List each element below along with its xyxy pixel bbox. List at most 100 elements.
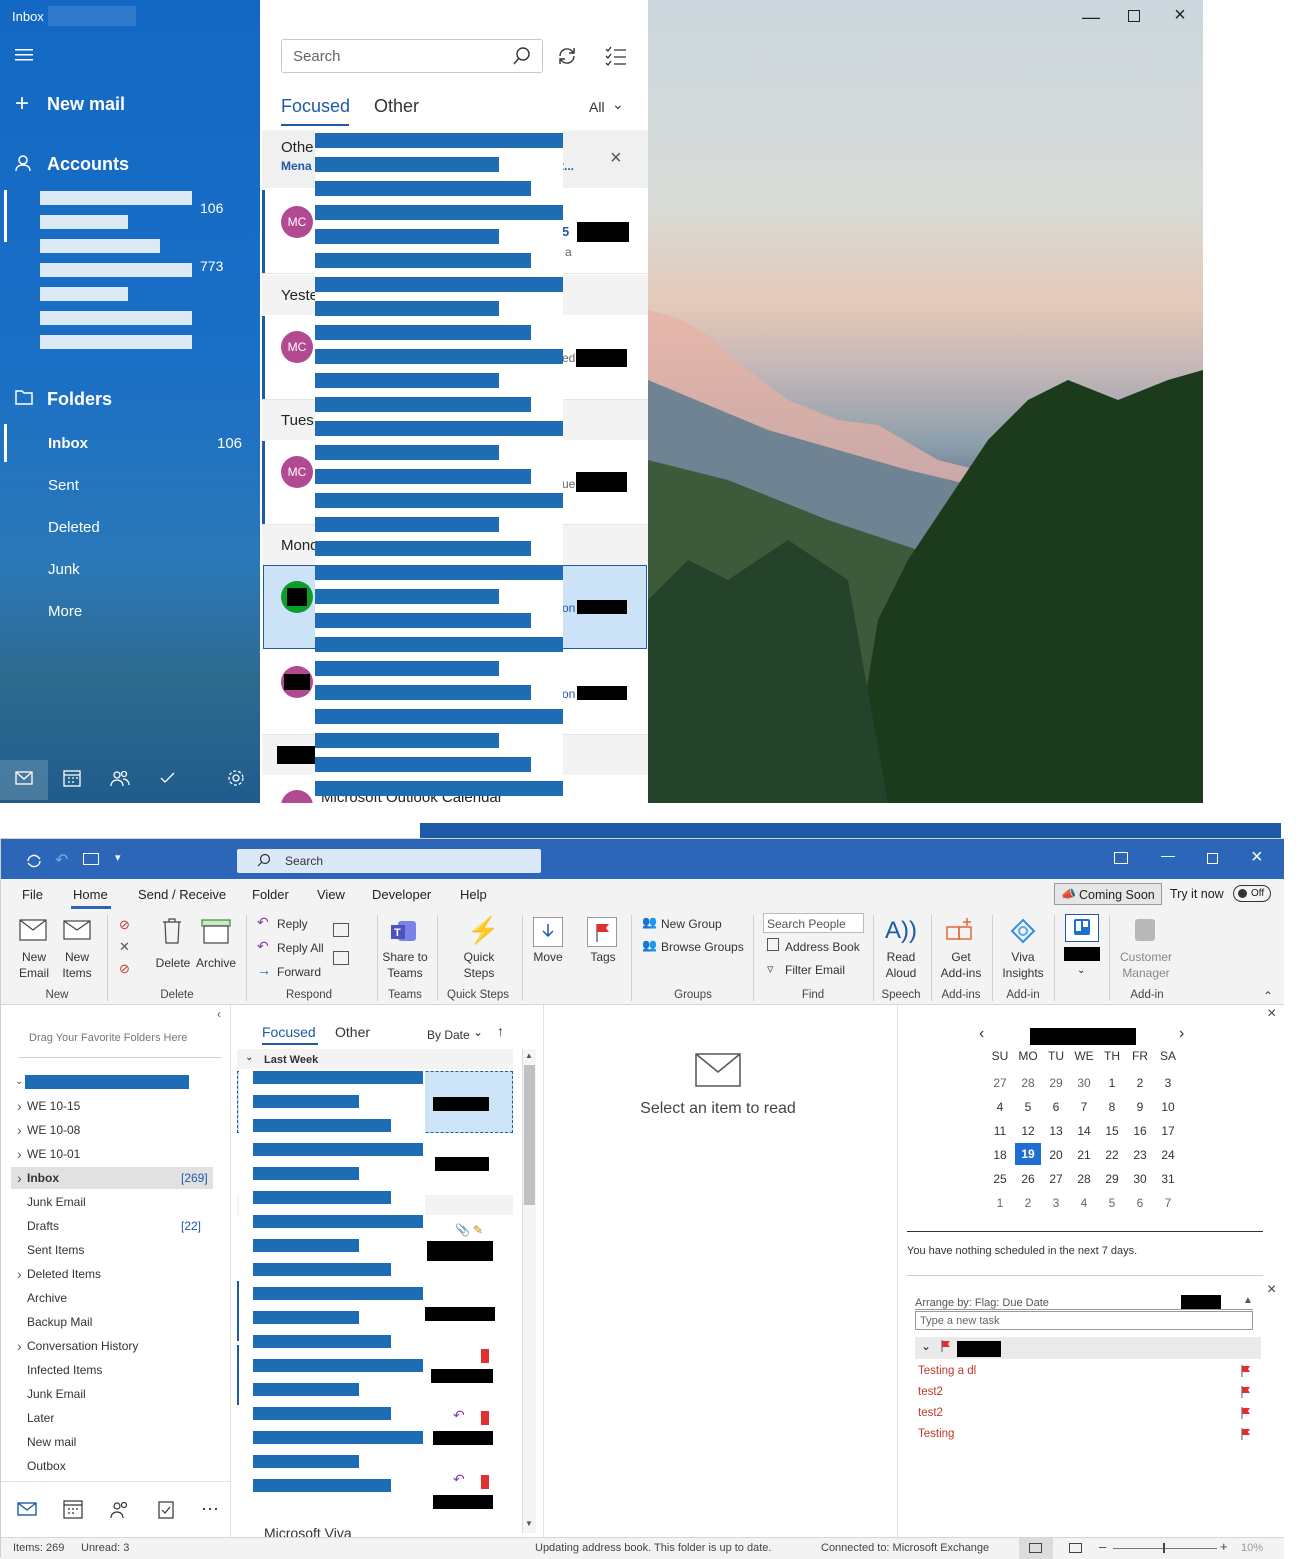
viva-insights-button[interactable]: Viva Insights bbox=[997, 949, 1049, 981]
ribbon-display-icon[interactable] bbox=[1114, 852, 1128, 864]
new-group-button[interactable]: New Group bbox=[661, 917, 722, 931]
move-button[interactable]: Move bbox=[528, 949, 568, 965]
calendar-day[interactable]: 8 bbox=[1099, 1097, 1125, 1117]
calendar-day[interactable]: 10 bbox=[1155, 1097, 1181, 1117]
sort-dropdown[interactable]: By Date bbox=[427, 1028, 470, 1042]
calendar-day[interactable]: 20 bbox=[1043, 1145, 1069, 1165]
folder-item[interactable]: Inbox bbox=[27, 1171, 59, 1185]
folder-more[interactable]: More bbox=[48, 603, 82, 620]
calendar-day[interactable]: 3 bbox=[1155, 1073, 1181, 1093]
folder-item[interactable]: Later bbox=[27, 1411, 54, 1425]
calendar-day[interactable]: 5 bbox=[1099, 1193, 1125, 1213]
calendar-day[interactable]: 28 bbox=[1015, 1073, 1041, 1093]
calendar-day[interactable]: 1 bbox=[987, 1193, 1013, 1213]
tab-focused[interactable]: Focused bbox=[281, 96, 350, 117]
tab-send-receive[interactable]: Send / Receive bbox=[138, 887, 226, 902]
arrange-label[interactable]: Arrange by: Flag: Due Date bbox=[915, 1297, 1049, 1309]
people-icon[interactable] bbox=[109, 1499, 131, 1522]
read-aloud-button[interactable]: Read Aloud bbox=[879, 949, 923, 981]
filter-email-button[interactable]: Filter Email bbox=[785, 963, 845, 977]
maximize-icon[interactable] bbox=[1207, 853, 1218, 864]
mail-icon[interactable] bbox=[14, 769, 34, 789]
calendar-day[interactable]: 4 bbox=[987, 1097, 1013, 1117]
quick-access-dropdown-icon[interactable]: ▾ bbox=[115, 851, 121, 864]
task-item[interactable]: test2 bbox=[918, 1386, 943, 1398]
folder-item[interactable]: Infected Items bbox=[27, 1363, 102, 1377]
share-to-teams-button[interactable]: Share to Teams bbox=[379, 949, 431, 981]
folder-item[interactable]: Backup Mail bbox=[27, 1315, 92, 1329]
tab-file[interactable]: File bbox=[22, 887, 43, 902]
chevron-right-icon[interactable]: › bbox=[17, 1146, 22, 1162]
calendar-icon[interactable] bbox=[63, 1499, 83, 1522]
more-respond-icon[interactable] bbox=[333, 951, 349, 965]
reading-view-icon[interactable] bbox=[1069, 1543, 1082, 1553]
new-email-button[interactable]: New Email bbox=[17, 949, 51, 981]
tasks-icon[interactable] bbox=[157, 1499, 175, 1522]
calendar-day[interactable]: 2 bbox=[1015, 1193, 1041, 1213]
calendar-day[interactable]: 17 bbox=[1155, 1121, 1181, 1141]
search-icon[interactable] bbox=[512, 46, 532, 69]
calendar-day[interactable]: 12 bbox=[1015, 1121, 1041, 1141]
folder-item[interactable]: Junk Email bbox=[27, 1387, 86, 1401]
zoom-slider[interactable] bbox=[1113, 1548, 1217, 1549]
collapse-pane-icon[interactable]: ‹ bbox=[217, 1007, 221, 1021]
chevron-right-icon[interactable]: › bbox=[17, 1266, 22, 1282]
close-window-icon[interactable]: × bbox=[1170, 4, 1190, 26]
new-task-input[interactable]: Type a new task bbox=[915, 1311, 1253, 1330]
account-name[interactable] bbox=[40, 191, 192, 205]
folder-item[interactable]: Deleted Items bbox=[27, 1267, 101, 1281]
filter-dropdown[interactable]: All bbox=[589, 99, 605, 115]
calendar-day[interactable]: 31 bbox=[1155, 1169, 1181, 1189]
toggle-switch[interactable]: Off bbox=[1233, 885, 1271, 902]
tab-view[interactable]: View bbox=[317, 887, 345, 902]
flag-icon[interactable] bbox=[481, 1475, 489, 1489]
calendar-day[interactable]: 28 bbox=[1071, 1169, 1097, 1189]
flag-icon[interactable] bbox=[1241, 1365, 1251, 1377]
search-input[interactable]: Search bbox=[293, 48, 341, 65]
flag-icon[interactable] bbox=[1241, 1407, 1251, 1419]
scroll-down-icon[interactable]: ▼ bbox=[525, 1519, 533, 1528]
reply-button[interactable]: Reply bbox=[277, 917, 308, 931]
calendar-day[interactable]: 30 bbox=[1071, 1073, 1097, 1093]
close-icon[interactable]: × bbox=[610, 148, 622, 168]
calendar-day[interactable]: 26 bbox=[1015, 1169, 1041, 1189]
scrollbar-thumb[interactable] bbox=[524, 1065, 535, 1205]
folder-item[interactable]: Archive bbox=[27, 1291, 67, 1305]
chevron-right-icon[interactable]: › bbox=[17, 1338, 22, 1354]
folder-sent[interactable]: Sent bbox=[48, 477, 79, 494]
accounts-button[interactable]: Accounts bbox=[47, 154, 129, 175]
calendar-day[interactable]: 25 bbox=[987, 1169, 1013, 1189]
folder-item[interactable]: Sent Items bbox=[27, 1243, 84, 1257]
calendar-day[interactable]: 4 bbox=[1071, 1193, 1097, 1213]
calendar-day[interactable]: 15 bbox=[1099, 1121, 1125, 1141]
calendar-day[interactable]: 22 bbox=[1099, 1145, 1125, 1165]
chevron-down-icon[interactable]: ⌄ bbox=[612, 96, 624, 113]
chevron-down-icon[interactable]: ⌄ bbox=[15, 1076, 23, 1087]
chevron-down-icon[interactable]: ⌄ bbox=[245, 1052, 253, 1063]
flag-icon[interactable] bbox=[481, 1349, 489, 1363]
flag-icon[interactable] bbox=[1241, 1386, 1251, 1398]
calendar-day[interactable]: 27 bbox=[987, 1073, 1013, 1093]
tab-focused[interactable]: Focused bbox=[262, 1024, 316, 1040]
close-icon[interactable]: × bbox=[1267, 1281, 1276, 1299]
chevron-right-icon[interactable]: › bbox=[17, 1122, 22, 1138]
chevron-down-icon[interactable]: ⌄ bbox=[1077, 965, 1085, 976]
minimize-icon[interactable]: — bbox=[1076, 8, 1106, 26]
tab-other[interactable]: Other bbox=[374, 96, 419, 117]
get-add-ins-button[interactable]: Get Add-ins bbox=[937, 949, 985, 981]
chevron-down-icon[interactable]: ⌄ bbox=[921, 1339, 931, 1353]
folders-heading[interactable]: Folders bbox=[47, 389, 112, 410]
folder-item[interactable]: WE 10-01 bbox=[27, 1147, 80, 1161]
sort-up-icon[interactable]: ▲ bbox=[1243, 1295, 1253, 1306]
touch-mode-icon[interactable] bbox=[83, 853, 99, 865]
close-icon[interactable]: × bbox=[1267, 1005, 1276, 1023]
folder-item[interactable]: Conversation History bbox=[27, 1339, 138, 1353]
flag-icon[interactable] bbox=[1241, 1428, 1251, 1440]
calendar-day[interactable]: 9 bbox=[1127, 1097, 1153, 1117]
search-input[interactable]: Search bbox=[285, 854, 323, 868]
search-box[interactable]: Search bbox=[237, 849, 541, 873]
more-apps-icon[interactable]: ⋯ bbox=[201, 1499, 220, 1520]
delete-button[interactable]: Delete bbox=[153, 955, 193, 971]
chevron-right-icon[interactable]: › bbox=[17, 1170, 22, 1186]
account-name[interactable] bbox=[40, 287, 128, 301]
